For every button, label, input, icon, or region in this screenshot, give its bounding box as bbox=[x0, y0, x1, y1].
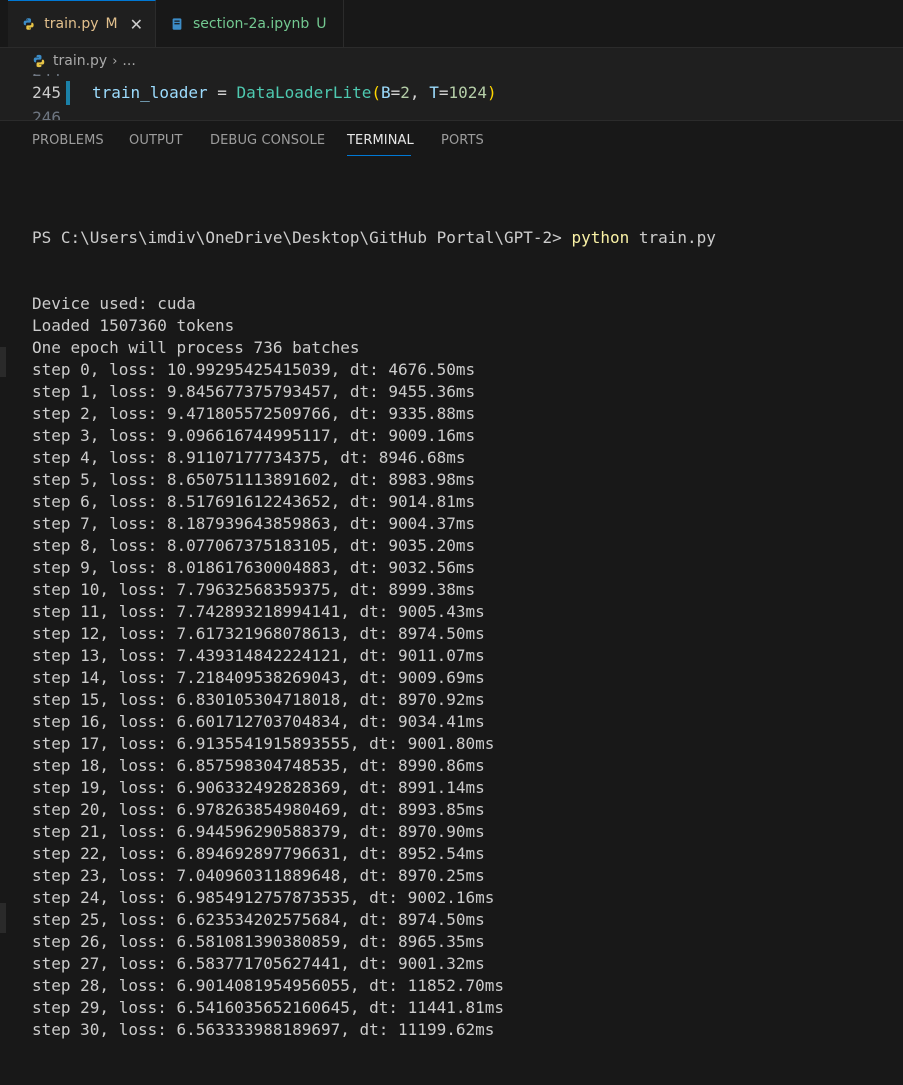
code-token: DataLoaderLite bbox=[236, 83, 372, 102]
terminal-line: step 30, loss: 6.563333988189697, dt: 11… bbox=[32, 1020, 495, 1039]
terminal-line: step 0, loss: 10.99295425415039, dt: 467… bbox=[32, 360, 476, 379]
terminal-line: step 18, loss: 6.857598304748535, dt: 89… bbox=[32, 756, 485, 775]
terminal-prompt-line: PS C:\Users\imdiv\OneDrive\Desktop\GitHu… bbox=[32, 227, 892, 249]
tab-bar-gutter bbox=[0, 0, 8, 47]
line-number: 245 bbox=[32, 83, 61, 102]
line-number: 246 bbox=[32, 108, 61, 120]
code-text: train_loader = DataLoaderLite(B=2, T=102… bbox=[92, 82, 497, 104]
terminal-line: step 26, loss: 6.581081390380859, dt: 89… bbox=[32, 932, 485, 951]
terminal-line: Device used: cuda bbox=[32, 294, 196, 313]
terminal-line: step 25, loss: 6.623534202575684, dt: 89… bbox=[32, 910, 485, 929]
terminal-line: step 11, loss: 7.742893218994141, dt: 90… bbox=[32, 602, 485, 621]
code-token: 1024 bbox=[448, 83, 487, 102]
code-token: = bbox=[207, 83, 237, 102]
terminal-line: step 12, loss: 7.617321968078613, dt: 89… bbox=[32, 624, 485, 643]
terminal-line: step 9, loss: 8.018617630004883, dt: 903… bbox=[32, 558, 476, 577]
code-editor[interactable]: 244 245 train_loader = DataLoaderLite(B=… bbox=[0, 74, 903, 120]
terminal-line: step 13, loss: 7.439314842224121, dt: 90… bbox=[32, 646, 485, 665]
terminal-scroll-marker bbox=[0, 903, 6, 933]
code-token: = bbox=[390, 83, 401, 102]
terminal-line: step 4, loss: 8.91107177734375, dt: 8946… bbox=[32, 448, 466, 467]
editor-tab-bar: train.py M ✕ section-2a.ipynb U bbox=[0, 0, 903, 48]
terminal-line: step 27, loss: 6.583771705627441, dt: 90… bbox=[32, 954, 485, 973]
tab-problems[interactable]: PROBLEMS bbox=[32, 133, 104, 148]
terminal-prompt: PS C:\Users\imdiv\OneDrive\Desktop\GitHu… bbox=[32, 228, 572, 247]
terminal-line: step 19, loss: 6.906332492828369, dt: 89… bbox=[32, 778, 485, 797]
code-token: , bbox=[409, 83, 430, 102]
terminal-line: step 24, loss: 6.9854912757873535, dt: 9… bbox=[32, 888, 495, 907]
terminal-scroll-marker bbox=[0, 347, 6, 377]
code-token: ) bbox=[487, 83, 497, 102]
terminal-line: step 2, loss: 9.471805572509766, dt: 933… bbox=[32, 404, 476, 423]
code-token: B bbox=[381, 83, 391, 102]
terminal-line: One epoch will process 736 batches bbox=[32, 338, 360, 357]
terminal-line: step 23, loss: 7.040960311889648, dt: 89… bbox=[32, 866, 485, 885]
terminal-line: step 28, loss: 6.9014081954956055, dt: 1… bbox=[32, 976, 505, 995]
terminal-line: step 1, loss: 9.845677375793457, dt: 945… bbox=[32, 382, 476, 401]
breadcrumb-file[interactable]: train.py bbox=[53, 53, 107, 69]
notebook-icon bbox=[172, 17, 182, 30]
terminal-line: step 8, loss: 8.077067375183105, dt: 903… bbox=[32, 536, 476, 555]
code-line: 245 train_loader = DataLoaderLite(B=2, T… bbox=[0, 82, 903, 104]
tab-output[interactable]: OUTPUT bbox=[129, 133, 183, 148]
line-number: 244 bbox=[31, 74, 61, 82]
terminal-command-args: train.py bbox=[629, 228, 716, 247]
terminal-lines: Device used: cuda Loaded 1507360 tokens On… bbox=[32, 293, 892, 1041]
breadcrumb-more[interactable]: ... bbox=[122, 53, 135, 69]
code-token: ( bbox=[371, 83, 381, 102]
terminal-line: step 5, loss: 8.650751113891602, dt: 898… bbox=[32, 470, 476, 489]
terminal-command: python bbox=[571, 228, 630, 247]
python-icon bbox=[33, 54, 45, 68]
close-icon[interactable]: ✕ bbox=[130, 15, 143, 34]
tab-section-2a-ipynb[interactable]: section-2a.ipynb U bbox=[156, 0, 344, 47]
terminal-line: Loaded 1507360 tokens bbox=[32, 316, 235, 335]
code-token: 2 bbox=[400, 83, 410, 102]
python-icon bbox=[23, 18, 34, 30]
terminal-line: step 7, loss: 8.187939643859863, dt: 900… bbox=[32, 514, 476, 533]
chevron-right-icon: › bbox=[112, 53, 118, 69]
git-status-badge: M bbox=[105, 16, 118, 32]
git-status-badge: U bbox=[316, 15, 327, 32]
terminal-output[interactable]: PS C:\Users\imdiv\OneDrive\Desktop\GitHu… bbox=[32, 183, 892, 1085]
bottom-panel: PROBLEMS OUTPUT DEBUG CONSOLE TERMINAL P… bbox=[0, 120, 903, 1039]
panel-tabs: PROBLEMS OUTPUT DEBUG CONSOLE TERMINAL P… bbox=[0, 121, 903, 159]
terminal-line: step 22, loss: 6.894692897796631, dt: 89… bbox=[32, 844, 485, 863]
code-token: T bbox=[429, 83, 439, 102]
terminal-line: step 21, loss: 6.944596290588379, dt: 89… bbox=[32, 822, 485, 841]
breadcrumb: train.py › ... bbox=[0, 48, 903, 74]
terminal-line: step 16, loss: 6.601712703704834, dt: 90… bbox=[32, 712, 485, 731]
code-token: train_loader bbox=[92, 83, 208, 102]
tab-label: train.py bbox=[44, 16, 99, 32]
code-line: 246 bbox=[0, 107, 903, 120]
tab-ports[interactable]: PORTS bbox=[441, 133, 484, 148]
terminal-line: step 29, loss: 6.5416035652160645, dt: 1… bbox=[32, 998, 505, 1017]
code-line: 244 bbox=[0, 74, 903, 82]
terminal-line: step 10, loss: 7.79632568359375, dt: 899… bbox=[32, 580, 476, 599]
tab-train-py[interactable]: train.py M ✕ bbox=[8, 0, 156, 47]
tab-label: section-2a.ipynb bbox=[193, 15, 310, 32]
terminal-line: step 3, loss: 9.096616744995117, dt: 900… bbox=[32, 426, 476, 445]
tab-debug-console[interactable]: DEBUG CONSOLE bbox=[210, 133, 325, 148]
terminal-line: step 17, loss: 6.9135541915893555, dt: 9… bbox=[32, 734, 495, 753]
terminal-line: step 20, loss: 6.978263854980469, dt: 89… bbox=[32, 800, 485, 819]
tab-terminal[interactable]: TERMINAL bbox=[347, 133, 414, 148]
active-tab-indicator bbox=[347, 155, 411, 156]
terminal-line: step 14, loss: 7.218409538269043, dt: 90… bbox=[32, 668, 485, 687]
terminal-line: step 15, loss: 6.830105304718018, dt: 89… bbox=[32, 690, 485, 709]
terminal-line: step 6, loss: 8.517691612243652, dt: 901… bbox=[32, 492, 476, 511]
